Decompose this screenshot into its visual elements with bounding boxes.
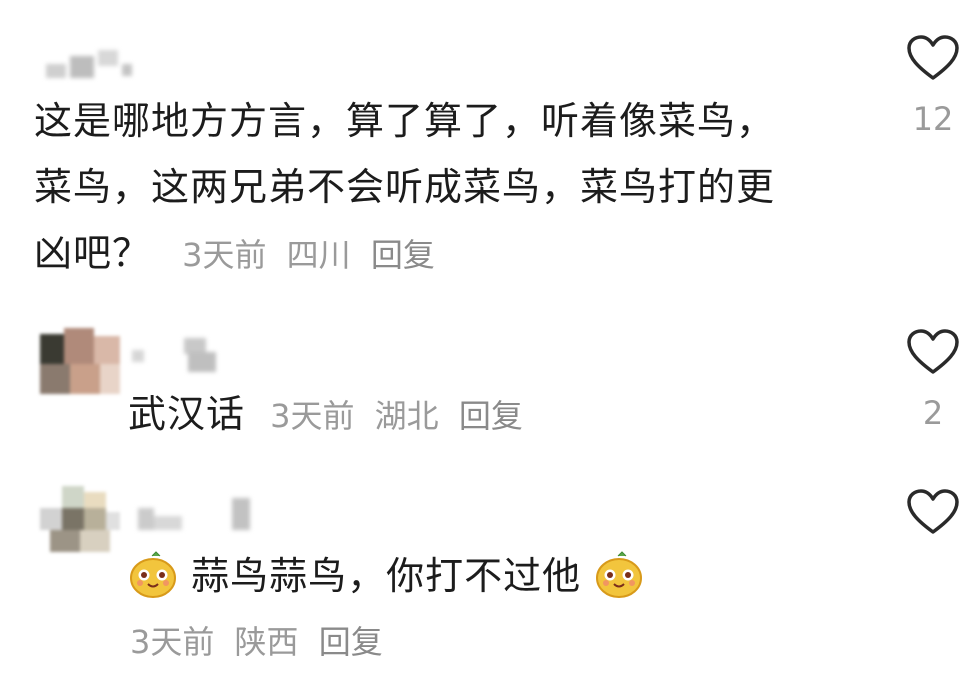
comment-meta: 3天前 四川 回复 [182,236,435,274]
yellow-face-emoji-icon [596,550,643,598]
like-button[interactable]: 2 [903,328,963,432]
comment-time: 3天前 [270,397,355,435]
reply-button[interactable]: 回复 [371,236,435,274]
comment-body: 蒜鸟蒜鸟，你打不过他 [191,554,582,598]
avatar[interactable] [40,486,120,552]
comment-body: 武汉话 [128,392,246,436]
username-blurred[interactable] [128,336,228,376]
comment-meta: 3天前 湖北 回复 [270,397,523,435]
comment-meta: 3天前 陕西 回复 [130,614,383,670]
comment-time: 3天前 [130,623,215,661]
like-button[interactable]: 12 [903,34,963,138]
reply-button[interactable]: 回复 [319,623,383,661]
heart-outline-icon [907,489,959,534]
comment-location: 陕西 [234,623,299,661]
avatar[interactable] [40,328,120,394]
yellow-face-emoji-icon [130,550,176,598]
comment-text-tail: 凶吧？ [34,231,152,275]
comment-time: 3天前 [182,236,267,274]
like-count: 2 [922,394,944,432]
comment-text-line: 菜鸟，这两兄弟不会听成菜鸟，菜鸟打的更 [34,165,776,209]
reply-button[interactable]: 回复 [459,397,523,435]
comment-location: 湖北 [374,397,439,435]
comment-text-line: 这是哪地方方言，算了算了，听着像菜鸟， [34,99,776,143]
comment-text: 蒜鸟蒜鸟，你打不过他 [128,543,644,609]
like-count: 12 [912,100,954,138]
comment-text: 武汉话 3天前 湖北 回复 [128,381,523,449]
heart-outline-icon [907,329,959,374]
comment-location: 四川 [286,236,351,274]
comment-text: 这是哪地方方言，算了算了，听着像菜鸟， 菜鸟，这两兄弟不会听成菜鸟，菜鸟打的更 … [34,88,775,288]
comment-text-line: 凶吧？ 3天前 四川 回复 [34,220,775,288]
username-blurred[interactable] [128,494,268,534]
like-button[interactable] [903,488,963,536]
heart-outline-icon [907,35,959,80]
username-blurred[interactable] [40,44,132,84]
